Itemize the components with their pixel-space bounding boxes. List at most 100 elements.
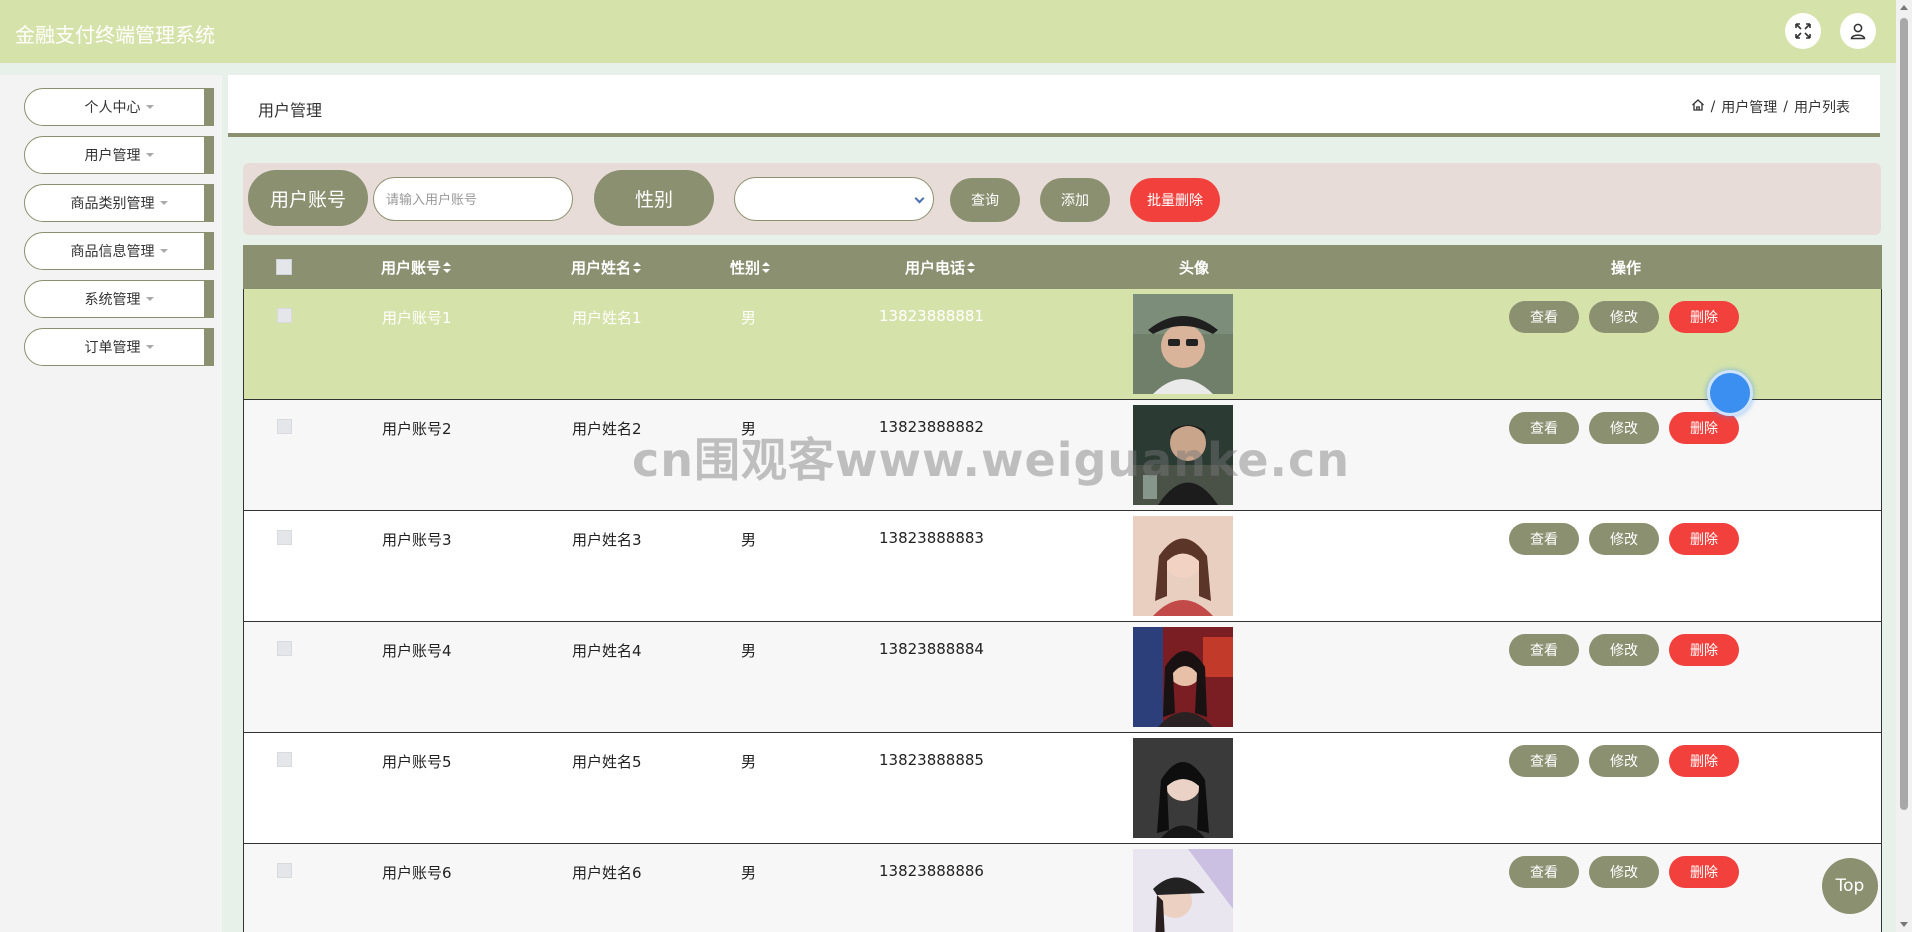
sidebar-item-personal-center[interactable]: 个人中心 (24, 88, 214, 126)
sidebar-item-product-info[interactable]: 商品信息管理 (24, 232, 214, 270)
sidebar-item-product-category[interactable]: 商品类别管理 (24, 184, 214, 222)
cell-name: 用户姓名1 (572, 309, 642, 327)
sort-icon[interactable] (443, 262, 452, 273)
column-header-phone[interactable]: 用户电话 (905, 257, 976, 278)
cell-gender: 男 (741, 753, 757, 771)
select-all-checkbox[interactable] (276, 259, 292, 275)
chevron-down-icon (914, 193, 925, 204)
delete-button[interactable]: 删除 (1669, 745, 1739, 777)
sort-icon[interactable] (967, 262, 976, 273)
table-header: 用户账号 用户姓名 性别 用户电话 头像 操作 (243, 245, 1882, 289)
sidebar-item-label: 个人中心 (84, 100, 141, 116)
add-button[interactable]: 添加 (1040, 178, 1110, 222)
breadcrumb-item-user-list: 用户列表 (1794, 100, 1850, 116)
column-header-label: 用户账号 (381, 259, 442, 277)
cell-name: 用户姓名4 (572, 642, 642, 660)
delete-button[interactable]: 删除 (1669, 412, 1739, 444)
chevron-down-icon (145, 153, 154, 157)
top-bar: 金融支付终端管理系统 (0, 0, 1896, 63)
table-row[interactable]: 用户账号5 用户姓名5 男 13823888885 查看 修改 删除 (243, 733, 1882, 844)
avatar (1133, 738, 1233, 838)
home-icon[interactable] (1691, 98, 1705, 116)
edit-button[interactable]: 修改 (1589, 634, 1659, 666)
column-header-label: 用户电话 (905, 259, 966, 277)
sidebar-item-system[interactable]: 系统管理 (24, 280, 214, 318)
batch-delete-button[interactable]: 批量删除 (1130, 178, 1220, 222)
view-button[interactable]: 查看 (1509, 301, 1579, 333)
row-checkbox[interactable] (277, 752, 292, 767)
view-button[interactable]: 查看 (1509, 856, 1579, 888)
column-header-name[interactable]: 用户姓名 (571, 257, 642, 278)
main-content: 用户管理 / 用户管理 / 用户列表 用户账号 性别 查询 添加 批量删除 用户… (228, 75, 1882, 932)
edit-button[interactable]: 修改 (1589, 412, 1659, 444)
cell-account: 用户账号4 (382, 642, 452, 660)
cell-account: 用户账号2 (382, 420, 452, 438)
query-button[interactable]: 查询 (950, 178, 1020, 222)
row-checkbox[interactable] (277, 308, 292, 323)
cell-phone: 13823888884 (879, 640, 984, 658)
sidebar-item-label: 系统管理 (84, 292, 141, 308)
expand-icon[interactable] (1785, 13, 1821, 49)
cell-name: 用户姓名3 (572, 531, 642, 549)
avatar (1133, 627, 1233, 727)
column-header-account[interactable]: 用户账号 (381, 257, 452, 278)
column-header-gender[interactable]: 性别 (730, 257, 771, 278)
delete-button[interactable]: 删除 (1669, 523, 1739, 555)
cell-account: 用户账号6 (382, 864, 452, 882)
chevron-down-icon (145, 345, 154, 349)
row-checkbox[interactable] (277, 530, 292, 545)
sort-icon[interactable] (762, 262, 771, 273)
view-button[interactable]: 查看 (1509, 412, 1579, 444)
page-title: 用户管理 (258, 101, 323, 120)
sidebar-item-user-management[interactable]: 用户管理 (24, 136, 214, 174)
table-body: 用户账号1 用户姓名1 男 13823888881 查看 修改 删除 用户账号2… (243, 289, 1882, 932)
chevron-down-icon (145, 105, 154, 109)
edit-button[interactable]: 修改 (1589, 523, 1659, 555)
view-button[interactable]: 查看 (1509, 745, 1579, 777)
user-icon[interactable] (1840, 13, 1876, 49)
row-checkbox[interactable] (277, 419, 292, 434)
chevron-down-icon (159, 201, 168, 205)
breadcrumb-separator: / (1710, 99, 1716, 115)
table-row[interactable]: 用户账号6 用户姓名6 男 13823888886 查看 修改 删除 (243, 844, 1882, 932)
breadcrumb: / 用户管理 / 用户列表 (1691, 97, 1850, 117)
row-checkbox[interactable] (277, 863, 292, 878)
delete-button[interactable]: 删除 (1669, 634, 1739, 666)
sidebar: 个人中心 用户管理 商品类别管理 商品信息管理 系统管理 订单管理 (0, 75, 222, 932)
breadcrumb-separator: / (1783, 99, 1788, 115)
cell-gender: 男 (741, 309, 757, 327)
back-to-top-button[interactable]: Top (1822, 858, 1878, 914)
vertical-scrollbar[interactable] (1896, 0, 1912, 932)
table-row[interactable]: 用户账号3 用户姓名3 男 13823888883 查看 修改 删除 (243, 511, 1882, 622)
sidebar-item-label: 订单管理 (84, 340, 141, 356)
cell-name: 用户姓名6 (572, 864, 642, 882)
chevron-down-icon (159, 249, 168, 253)
account-search-input[interactable] (373, 177, 573, 221)
edit-button[interactable]: 修改 (1589, 856, 1659, 888)
edit-button[interactable]: 修改 (1589, 301, 1659, 333)
table-row[interactable]: 用户账号4 用户姓名4 男 13823888884 查看 修改 删除 (243, 622, 1882, 733)
cell-account: 用户账号1 (382, 309, 452, 327)
gender-label: 性别 (594, 170, 714, 226)
view-button[interactable]: 查看 (1509, 634, 1579, 666)
floating-assistant-button[interactable] (1707, 370, 1753, 416)
cell-account: 用户账号3 (382, 531, 452, 549)
scroll-up-arrow-icon[interactable] (1900, 5, 1908, 10)
cell-phone: 13823888886 (879, 862, 984, 880)
scroll-down-arrow-icon[interactable] (1900, 922, 1908, 927)
account-label: 用户账号 (248, 170, 368, 226)
delete-button[interactable]: 删除 (1669, 301, 1739, 333)
cell-account: 用户账号5 (382, 753, 452, 771)
table-row[interactable]: 用户账号1 用户姓名1 男 13823888881 查看 修改 删除 (243, 289, 1882, 400)
sort-icon[interactable] (633, 262, 642, 273)
gender-select[interactable] (734, 177, 934, 221)
edit-button[interactable]: 修改 (1589, 745, 1659, 777)
breadcrumb-item-user-management[interactable]: 用户管理 (1721, 97, 1777, 117)
scrollbar-thumb[interactable] (1900, 18, 1908, 810)
delete-button[interactable]: 删除 (1669, 856, 1739, 888)
sidebar-item-orders[interactable]: 订单管理 (24, 328, 214, 366)
row-checkbox[interactable] (277, 641, 292, 656)
view-button[interactable]: 查看 (1509, 523, 1579, 555)
page-header: 用户管理 / 用户管理 / 用户列表 (228, 75, 1880, 137)
cell-gender: 男 (741, 531, 757, 549)
